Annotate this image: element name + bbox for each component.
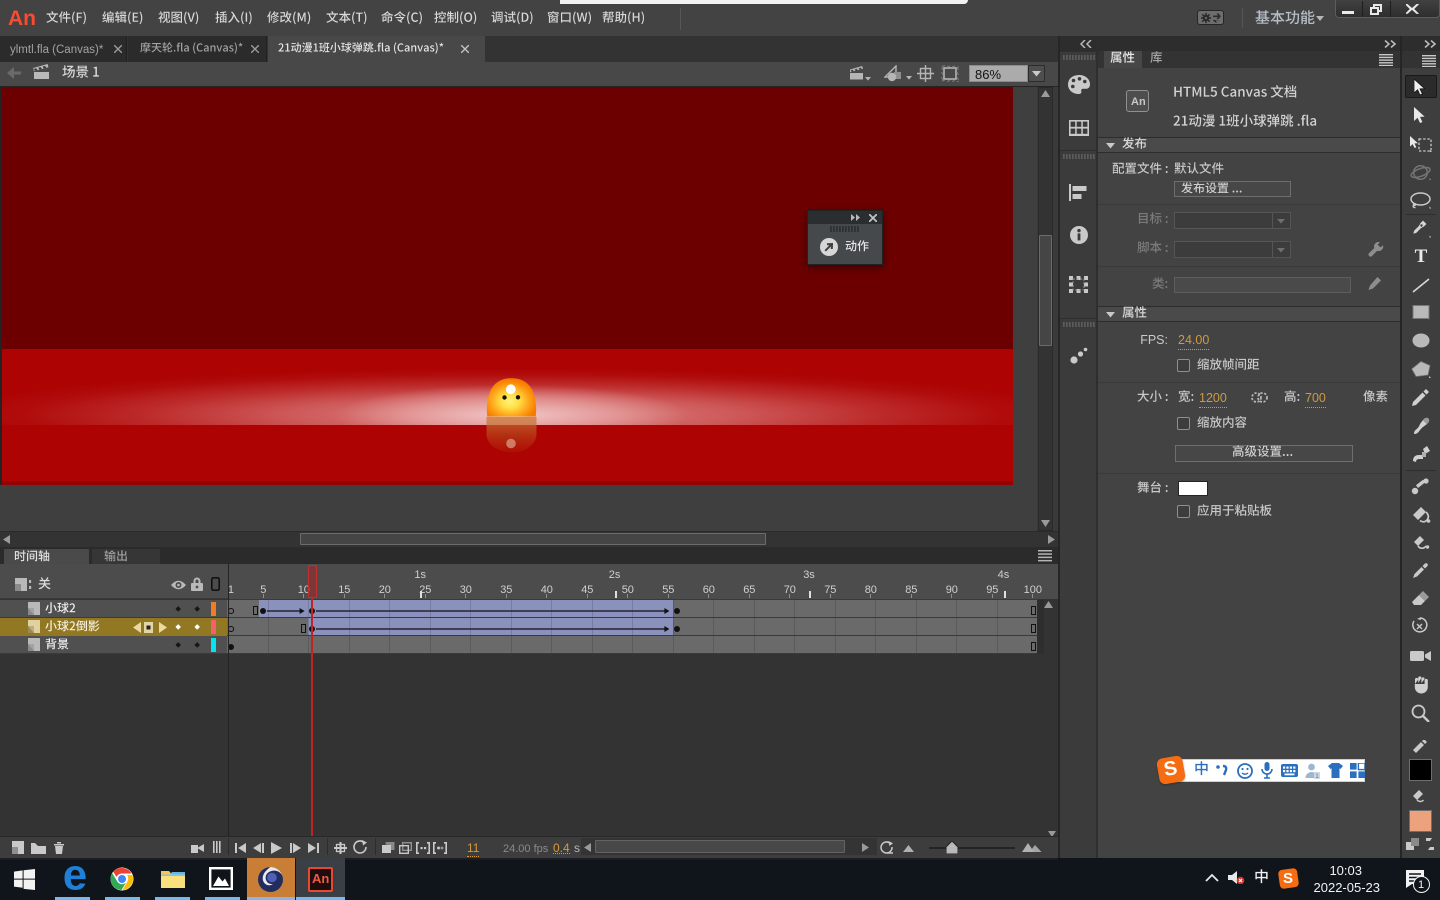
svg-text:e: e (63, 864, 87, 892)
svg-text:T: T (1415, 248, 1428, 265)
